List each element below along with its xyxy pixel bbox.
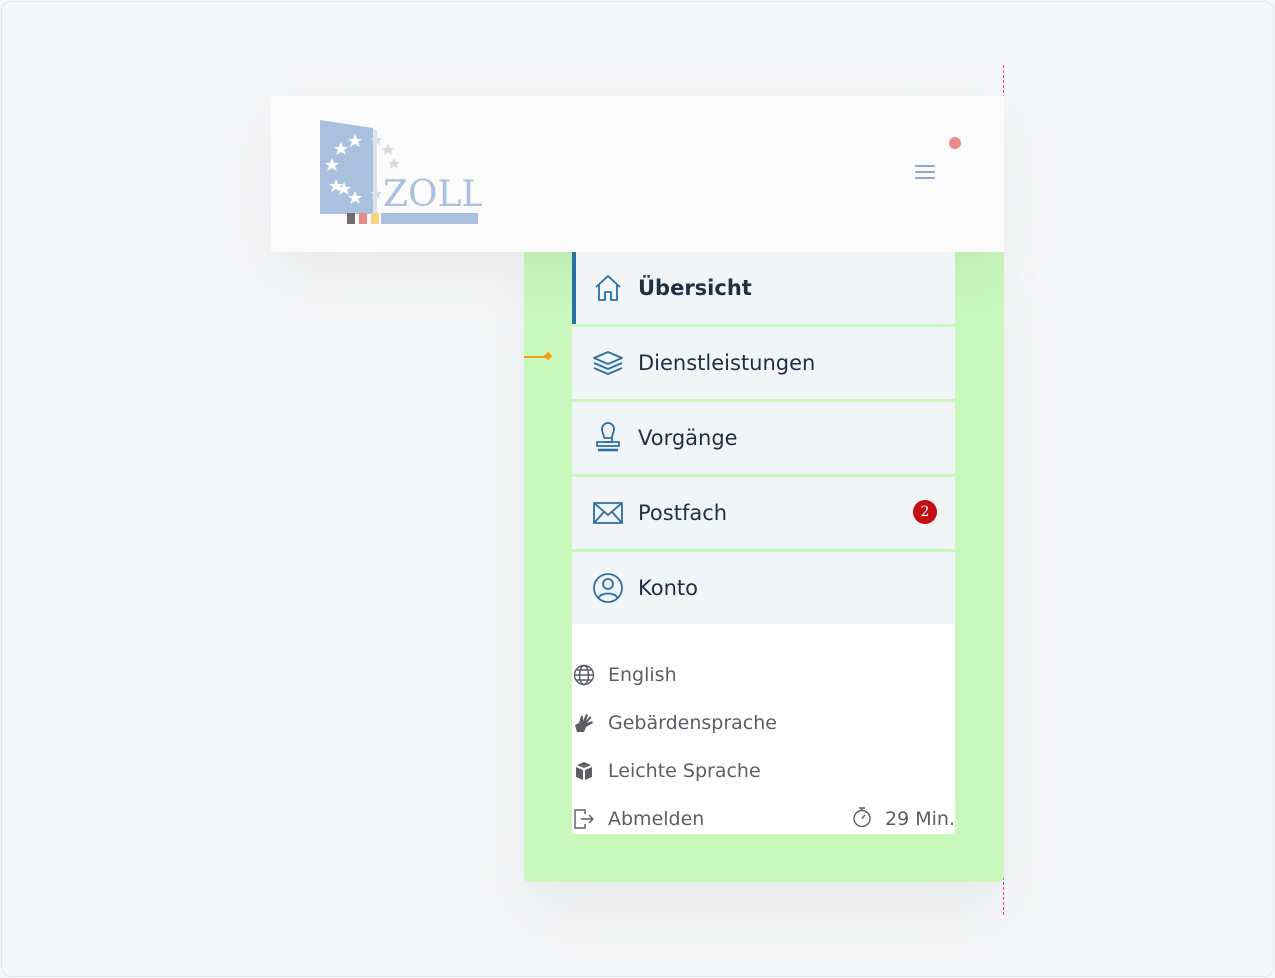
nav-item-account[interactable]: Konto [572,552,955,624]
home-icon [592,272,624,304]
mail-icon [592,497,624,529]
main-navigation: Übersicht Dienstleistungen Vorgänge Post… [572,252,955,627]
logout-icon [572,807,596,831]
nav-item-inbox[interactable]: Postfach 2 [572,477,955,549]
site-header: ZOLL [271,96,1004,252]
nav-item-processes[interactable]: Vorgänge [572,402,955,474]
nav-item-label: Dienstleistungen [638,351,816,375]
language-english-link[interactable]: English [572,661,677,689]
easy-language-link[interactable]: Leichte Sprache [572,757,761,785]
session-timer: 29 Min. [851,805,955,833]
nav-item-label: Konto [638,576,698,600]
stopwatch-icon [851,806,873,832]
globe-icon [572,663,596,687]
nav-item-services[interactable]: Dienstleistungen [572,327,955,399]
logout-label: Abmelden [608,808,705,830]
english-label: English [608,664,677,686]
nav-item-label: Vorgänge [638,426,738,450]
sign-language-label: Gebärdensprache [608,712,777,734]
logout-link[interactable]: Abmelden [572,805,704,833]
user-circle-icon [592,572,624,604]
unread-badge: 2 [913,500,937,524]
hamburger-menu-button[interactable] [911,160,939,184]
sign-language-link[interactable]: Gebärdensprache [572,709,777,737]
menu-bar [915,165,935,167]
sign-language-icon [572,711,596,735]
nav-item-label: Übersicht [638,276,752,300]
nav-item-label: Postfach [638,501,728,525]
stamp-icon [592,422,624,454]
zoll-logo-icon: ZOLL [320,120,485,224]
session-time-label: 29 Min. [885,808,955,830]
menu-bar [915,177,935,179]
menu-bar [915,171,935,173]
easy-language-book-icon [572,759,596,783]
svg-text:ZOLL: ZOLL [383,174,482,215]
layers-icon [592,347,624,379]
easy-language-label: Leichte Sprache [608,760,761,782]
zoll-logo[interactable]: ZOLL [318,118,485,230]
nav-item-overview[interactable]: Übersicht [572,252,955,324]
pointer-marker [524,356,548,358]
utility-links: English Gebärdensprache Leichte Sprache … [572,624,955,834]
notification-dot [949,137,961,149]
